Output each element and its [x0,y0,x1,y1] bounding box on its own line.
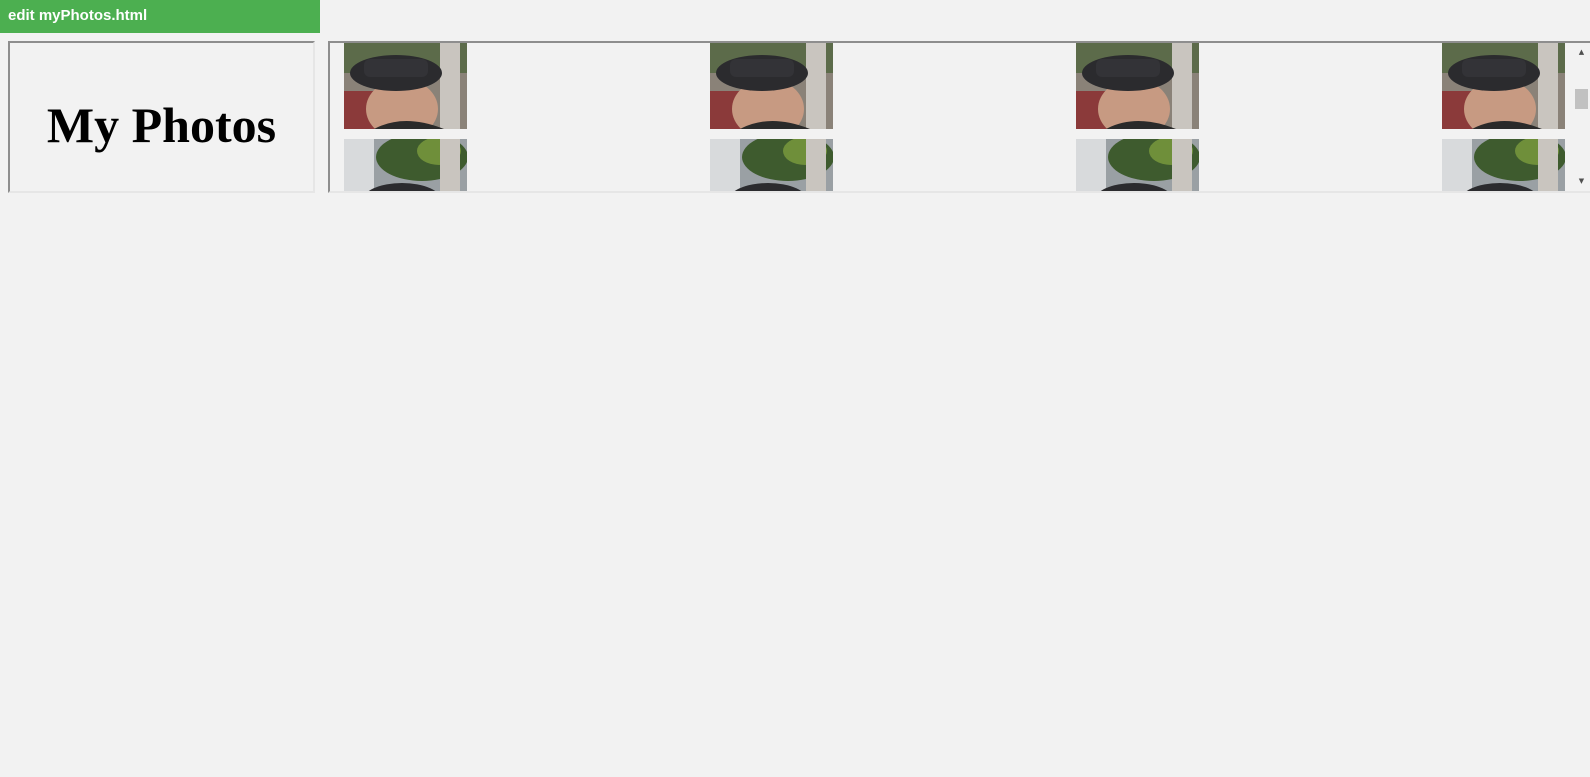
photo-thumbnail[interactable] [1076,43,1199,129]
scrollbar-thumb[interactable] [1575,89,1588,109]
trees-photo [710,139,833,191]
selfie-photo [710,43,833,129]
photo-thumbnail[interactable] [710,43,833,129]
photo-grid [344,43,1569,191]
title-frame: My Photos [8,41,315,193]
photo-thumbnail[interactable] [344,139,467,191]
photo-thumbnail[interactable] [1442,43,1565,129]
photo-thumbnail[interactable] [710,139,833,191]
selfie-photo [1076,43,1199,129]
caret-down-icon[interactable]: ▼ [1573,174,1590,188]
photo-thumbnail[interactable] [1442,139,1565,191]
trees-photo [1442,139,1565,191]
photo-thumbnail[interactable] [1076,139,1199,191]
vertical-scrollbar[interactable]: ▲ ▼ [1573,43,1590,191]
trees-photo [1076,139,1199,191]
page-title: My Photos [46,97,277,153]
photo-gallery-frame[interactable]: ▲ ▼ [328,41,1590,193]
selfie-photo [1442,43,1565,129]
photo-thumbnail[interactable] [344,43,467,129]
edit-file-link[interactable]: edit myPhotos.html [0,0,320,33]
trees-photo [344,139,467,191]
caret-up-icon[interactable]: ▲ [1573,45,1590,59]
selfie-photo [344,43,467,129]
